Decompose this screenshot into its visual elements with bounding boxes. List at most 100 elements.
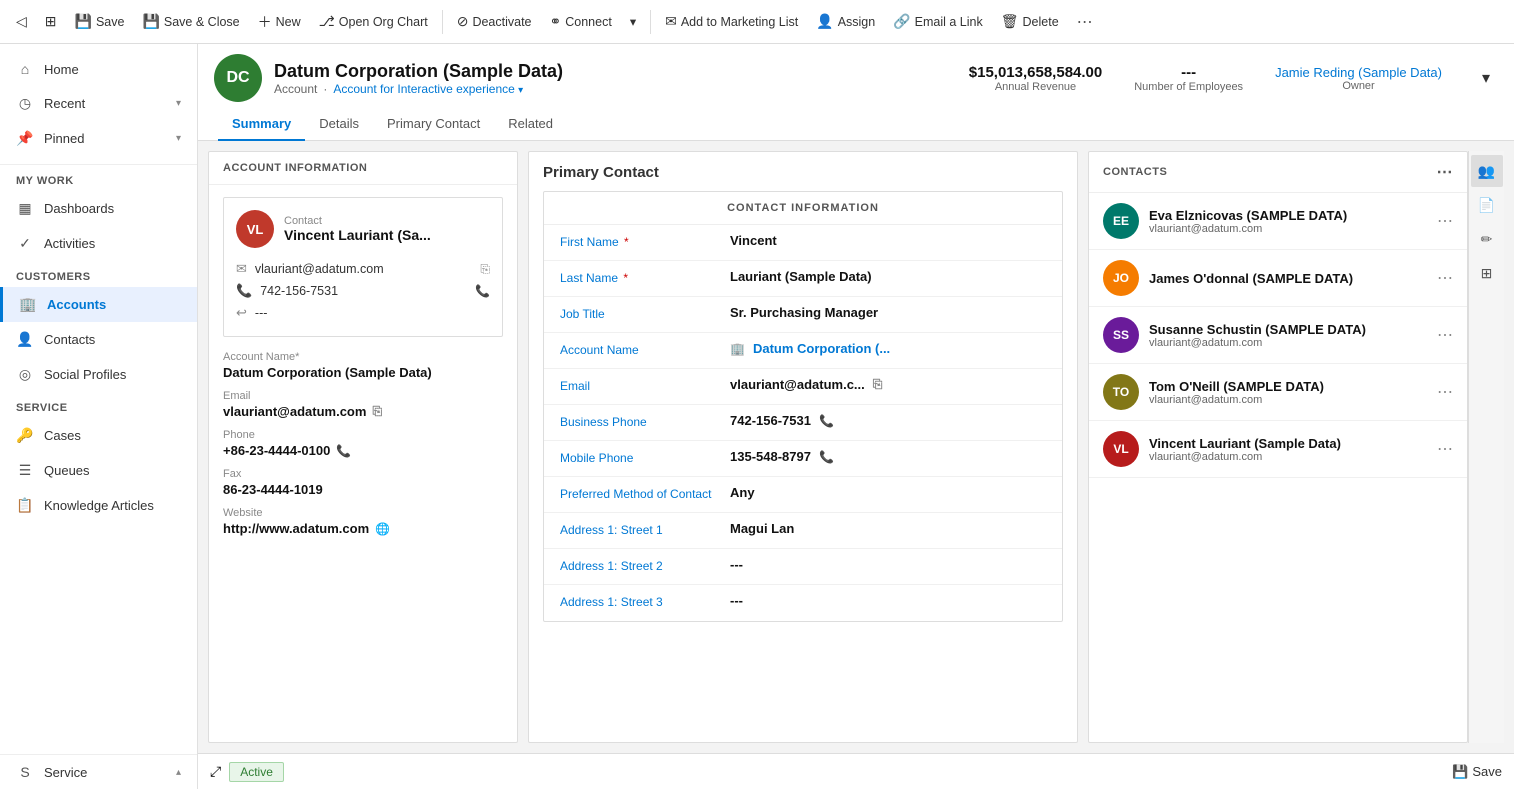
edit-panel-icon[interactable]: ✏ [1471, 223, 1503, 255]
list-item[interactable]: EE Eva Elznicovas (SAMPLE DATA) vlaurian… [1089, 193, 1467, 250]
contacts-panel-icon[interactable]: 👥 [1471, 155, 1503, 187]
address-street2-value[interactable]: --- [730, 557, 1046, 572]
more-button[interactable]: ⋯ [1437, 268, 1453, 288]
sidebar-item-knowledge-articles[interactable]: 📋 Knowledge Articles [0, 488, 197, 523]
copy-icon[interactable]: ⎘ [480, 262, 490, 277]
annual-revenue-value: $15,013,658,584.00 [969, 64, 1102, 81]
save-close-button[interactable]: 💾 Save & Close [134, 9, 247, 34]
record-experience[interactable]: Account for Interactive experience ▾ [333, 82, 523, 96]
num-employees-label: Number of Employees [1134, 81, 1243, 93]
tab-summary[interactable]: Summary [218, 108, 305, 141]
contact-other: --- [255, 306, 268, 320]
save-button[interactable]: 💾 Save [67, 9, 133, 34]
list-item[interactable]: JO James O'donnal (SAMPLE DATA) ⋯ [1089, 250, 1467, 307]
sidebar-recent-label: Recent [44, 96, 85, 111]
deactivate-button[interactable]: ⊘ Deactivate [449, 9, 540, 34]
tab-primary-contact[interactable]: Primary Contact [373, 108, 494, 141]
sidebar-item-contacts[interactable]: 👤 Contacts [0, 322, 197, 357]
sidebar-item-dashboards[interactable]: ▦ Dashboards [0, 191, 197, 226]
contact-name: James O'donnal (SAMPLE DATA) [1149, 271, 1427, 286]
connect-button[interactable]: ⚭ Connect [542, 9, 620, 34]
job-title-value[interactable]: Sr. Purchasing Manager [730, 305, 1046, 320]
tab-related[interactable]: Related [494, 108, 567, 141]
last-name-value[interactable]: Lauriant (Sample Data) [730, 269, 1046, 284]
contact-email: vlauriant@adatum.com [255, 262, 384, 276]
contact-phone-row: 📞 742-156-7531 📞 [236, 280, 490, 302]
bottom-save-button[interactable]: 💾 Save [1452, 764, 1502, 780]
fax-value[interactable]: 86-23-4444-1019 [223, 482, 503, 497]
address-street3-value[interactable]: --- [730, 593, 1046, 608]
globe-icon[interactable]: 🌐 [375, 522, 390, 536]
list-item[interactable]: VL Vincent Lauriant (Sample Data) vlauri… [1089, 421, 1467, 478]
sidebar-item-cases[interactable]: 🔑 Cases [0, 418, 197, 453]
phone-icon[interactable]: 📞 [819, 414, 834, 428]
contacts-more-button[interactable]: ⋯ [1437, 162, 1454, 182]
assign-button[interactable]: 👤 Assign [808, 9, 883, 34]
more-button[interactable]: ⋯ [1437, 439, 1453, 459]
sidebar-item-accounts[interactable]: 🏢 Accounts [0, 287, 197, 322]
add-to-marketing-list-button[interactable]: ✉ Add to Marketing List [657, 9, 806, 34]
field-preferred-contact: Preferred Method of Contact Any [544, 477, 1062, 513]
open-org-chart-button[interactable]: ⎇ Open Org Chart [311, 9, 436, 34]
phone-icon[interactable]: 📞 [819, 450, 834, 464]
address-street1-value[interactable]: Magui Lan [730, 521, 1046, 536]
tab-details[interactable]: Details [305, 108, 373, 141]
email-field-value[interactable]: vlauriant@adatum.c... [730, 377, 865, 392]
sidebar-item-service-bottom[interactable]: S Service ▴ [0, 755, 197, 789]
more-button[interactable]: ⋯ [1437, 382, 1453, 402]
phone-field-value[interactable]: +86-23-4444-0100 [223, 443, 330, 458]
more-icon: ⋯ [1077, 12, 1093, 32]
knowledge-icon: 📋 [16, 497, 34, 514]
toolbar-separator-2 [650, 10, 651, 34]
notes-panel-icon[interactable]: 📄 [1471, 189, 1503, 221]
more-button[interactable]: ⋯ [1069, 8, 1101, 36]
new-button[interactable]: ＋ New [250, 8, 309, 36]
first-name-value[interactable]: Vincent [730, 233, 1046, 248]
sidebar-item-social-profiles[interactable]: ◎ Social Profiles [0, 357, 197, 392]
chevron-dropdown-button[interactable]: ▾ [622, 10, 644, 33]
sidebar-item-home[interactable]: ⌂ Home [0, 52, 197, 86]
website-value[interactable]: http://www.adatum.com [223, 521, 369, 536]
more-button[interactable]: ⋯ [1437, 211, 1453, 231]
account-name-link[interactable]: Datum Corporation (... [753, 341, 890, 356]
business-phone-value[interactable]: 742-156-7531 [730, 413, 811, 428]
email-field-value[interactable]: vlauriant@adatum.com [223, 404, 366, 419]
sidebar-item-activities[interactable]: ✓ Activities [0, 226, 197, 261]
copy-icon[interactable]: ⎘ [873, 377, 883, 392]
expand-icon[interactable]: ⤢ [210, 763, 221, 780]
chevron-up-icon: ▴ [176, 767, 181, 778]
phone-icon[interactable]: 📞 [336, 444, 351, 458]
chevron-down-icon: ▾ [176, 133, 181, 144]
list-item[interactable]: SS Susanne Schustin (SAMPLE DATA) vlauri… [1089, 307, 1467, 364]
contact-header-info: Contact Vincent Lauriant (Sa... [284, 215, 431, 243]
sidebar: ⌂ Home ◷ Recent ▾ 📌 Pinned ▾ My Work ▦ D… [0, 44, 198, 789]
record-header: DC Datum Corporation (Sample Data) Accou… [198, 44, 1514, 141]
fax-label: Fax [223, 468, 503, 480]
sidebar-item-pinned[interactable]: 📌 Pinned ▾ [0, 121, 197, 156]
layout-button[interactable]: ⊞ [37, 9, 65, 34]
my-work-section-label: My Work [0, 165, 197, 191]
list-item[interactable]: TO Tom O'Neill (SAMPLE DATA) vlauriant@a… [1089, 364, 1467, 421]
more-button[interactable]: ⋯ [1437, 325, 1453, 345]
field-phone: Phone +86-23-4444-0100 📞 [223, 429, 503, 458]
copy-icon[interactable]: ⎘ [372, 404, 382, 419]
contact-name: Susanne Schustin (SAMPLE DATA) [1149, 322, 1427, 337]
sidebar-item-queues[interactable]: ☰ Queues [0, 453, 197, 488]
back-button[interactable]: ◁ [8, 9, 35, 34]
right-section: Contacts ⋯ EE Eva Elznicovas (SAMPLE DAT… [1088, 151, 1504, 743]
owner-value[interactable]: Jamie Reding (Sample Data) [1275, 65, 1442, 80]
owner-expand-button[interactable]: ▾ [1474, 64, 1498, 92]
field-first-name: First Name * Vincent [544, 225, 1062, 261]
contact-info: Vincent Lauriant (Sample Data) vlauriant… [1149, 436, 1427, 463]
copy-icon[interactable]: 📞 [475, 284, 490, 298]
sidebar-item-recent[interactable]: ◷ Recent ▾ [0, 86, 197, 121]
delete-button[interactable]: 🗑 Delete [993, 9, 1067, 34]
status-badge: Active [229, 762, 284, 782]
account-name-value[interactable]: Datum Corporation (Sample Data) [223, 365, 503, 380]
tab-bar: Summary Details Primary Contact Related [214, 108, 1498, 140]
email-link-button[interactable]: 🔗 Email a Link [885, 9, 991, 34]
content-area: DC Datum Corporation (Sample Data) Accou… [198, 44, 1514, 789]
table-panel-icon[interactable]: ⊞ [1471, 257, 1503, 289]
preferred-contact-value[interactable]: Any [730, 485, 1046, 500]
mobile-phone-value[interactable]: 135-548-8797 [730, 449, 811, 464]
